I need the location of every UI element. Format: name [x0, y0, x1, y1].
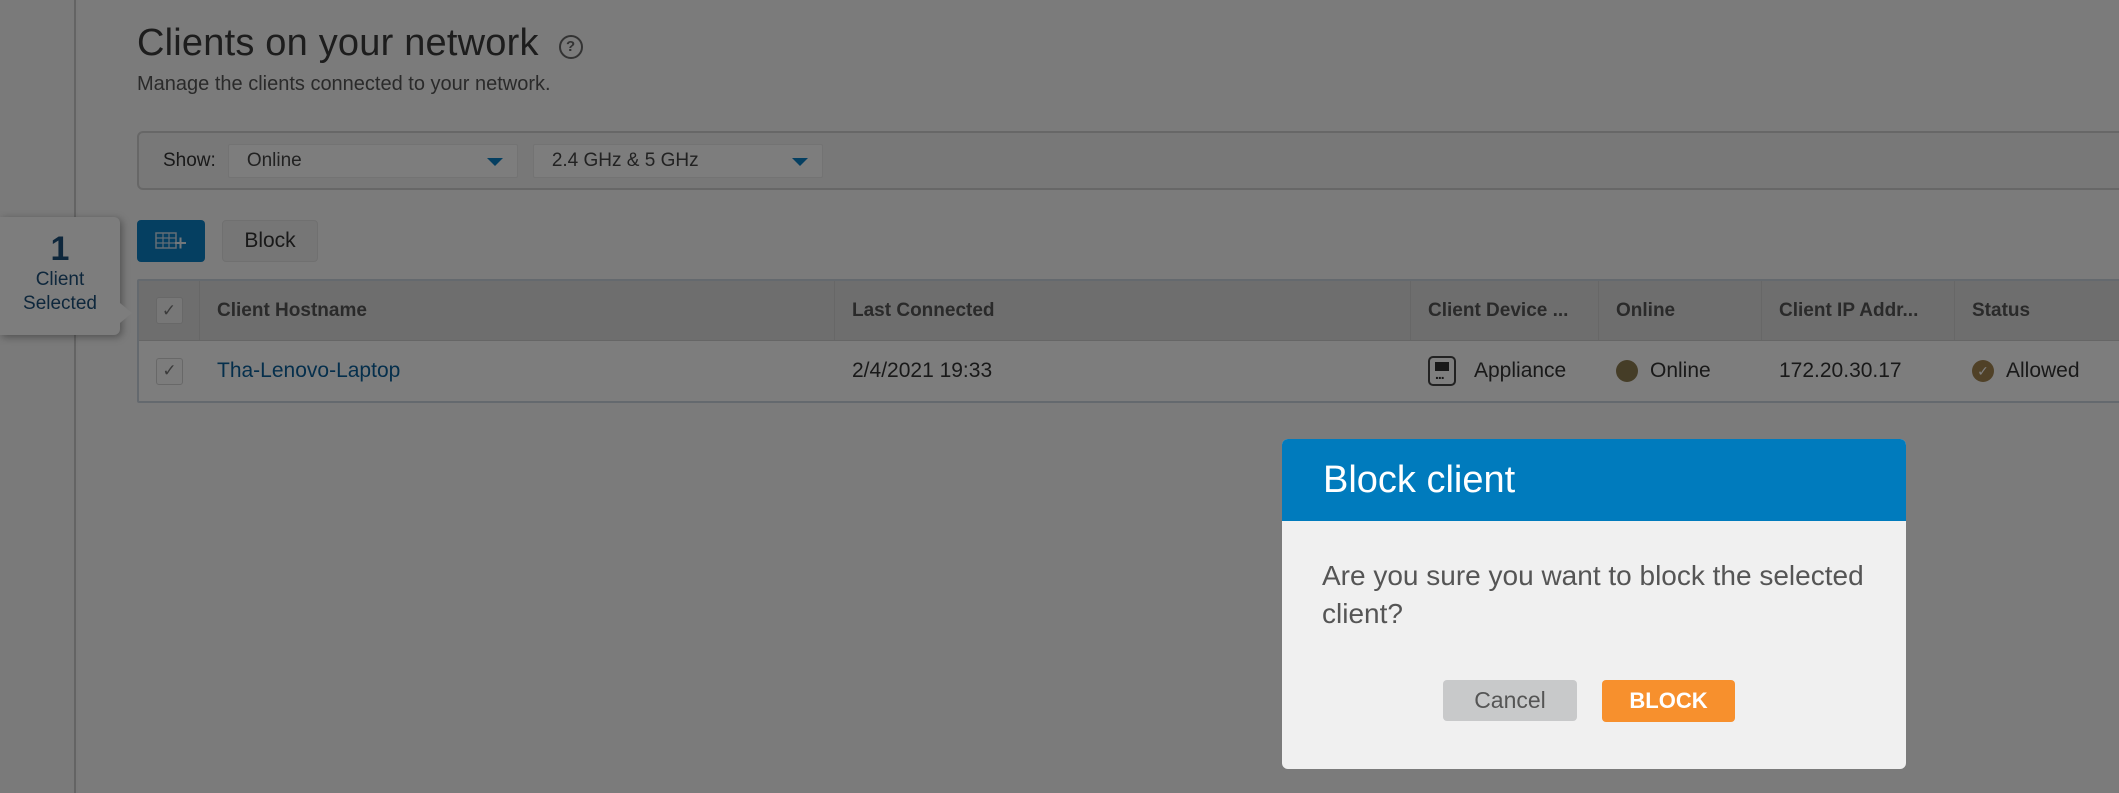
dialog-message: Are you sure you want to block the selec… [1322, 560, 1864, 629]
dialog-actions: Cancel BLOCK [1282, 680, 1906, 722]
dialog-title: Block client [1282, 439, 1906, 521]
block-client-dialog: Block client Are you sure you want to bl… [1282, 439, 1906, 769]
confirm-block-button[interactable]: BLOCK [1602, 680, 1735, 722]
cancel-button[interactable]: Cancel [1443, 680, 1577, 721]
